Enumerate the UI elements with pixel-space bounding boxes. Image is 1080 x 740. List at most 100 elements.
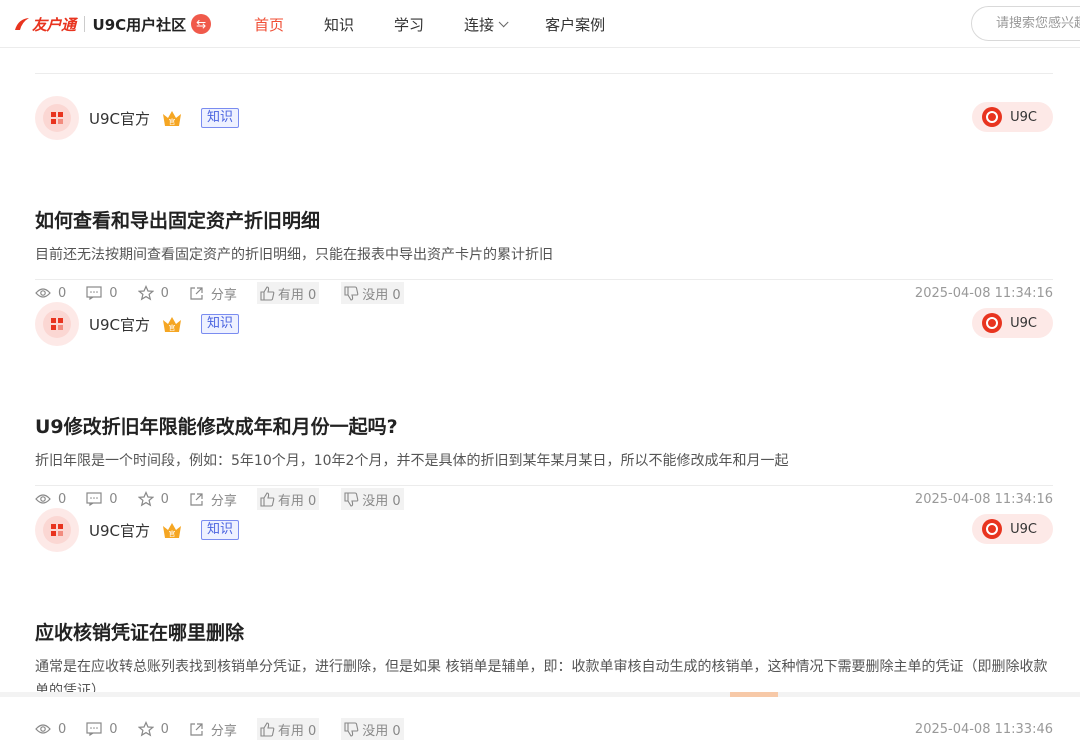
star-icon xyxy=(137,721,154,737)
search-input[interactable] xyxy=(996,16,1080,31)
post-title[interactable]: 如何查看和导出固定资产折旧明细 xyxy=(35,206,320,233)
thumbs-up-icon xyxy=(260,491,275,507)
post-timestamp: 2025-04-08 11:34:16 xyxy=(914,285,1053,301)
crown-icon: 官 xyxy=(163,317,181,332)
useful-button[interactable]: 有用 0 xyxy=(256,488,320,510)
category-tag[interactable]: 知识 xyxy=(201,108,240,128)
crown-icon: 官 xyxy=(163,111,181,126)
main-nav: 首页 知识 学习 连接 客户案例 xyxy=(254,0,645,48)
favorite-button[interactable]: 0 xyxy=(137,285,169,301)
eye-icon xyxy=(35,288,51,298)
post-stats: 0 0 0 分享 有用 0 没用 0 2025-04-08 11 xyxy=(35,282,1053,304)
share-icon xyxy=(190,492,203,506)
svg-text:官: 官 xyxy=(169,529,176,538)
comment-count[interactable]: 0 xyxy=(86,286,118,301)
nav-item-knowledge[interactable]: 知识 xyxy=(324,14,354,35)
eye-icon xyxy=(35,494,51,504)
post-summary[interactable]: 折旧年限是一个时间段，例如：5年10个月，10年2个月，并不是具体的折旧到某年某… xyxy=(35,449,1053,473)
share-button[interactable]: 分享 xyxy=(189,284,237,303)
author-name[interactable]: U9C官方 xyxy=(89,520,150,541)
author-name[interactable]: U9C官方 xyxy=(89,108,150,129)
post-stats: 0 0 0 分享 有用 0 没用 0 2025-04-08 11 xyxy=(35,718,1053,740)
avatar-logo-icon xyxy=(43,310,71,338)
author-name[interactable]: U9C官方 xyxy=(89,314,150,335)
logo-text: 友户通 xyxy=(32,15,76,34)
view-count: 0 xyxy=(35,286,66,301)
chevron-down-icon xyxy=(498,16,509,27)
favorite-button[interactable]: 0 xyxy=(137,491,169,507)
avatar[interactable] xyxy=(35,302,79,346)
avatar-logo-icon xyxy=(43,516,71,544)
nav-item-label: 客户案例 xyxy=(545,15,606,34)
star-icon xyxy=(137,491,154,507)
category-tag[interactable]: 知识 xyxy=(201,314,240,334)
thumbs-down-icon xyxy=(344,491,359,507)
thumbs-up-icon xyxy=(260,285,275,301)
brand-name: U9C用户社区 xyxy=(92,15,187,34)
svg-text:官: 官 xyxy=(169,117,176,126)
share-button[interactable]: 分享 xyxy=(189,720,237,739)
nav-item-customer-cases[interactable]: 客户案例 xyxy=(545,14,605,35)
horizontal-scrollbar[interactable] xyxy=(0,692,1080,697)
star-icon xyxy=(137,285,154,301)
product-label: U9C xyxy=(1010,109,1037,125)
logo-divider xyxy=(83,16,85,32)
product-badge[interactable]: U9C xyxy=(972,308,1053,338)
crown-icon: 官 xyxy=(163,523,181,538)
nav-item-label: 首页 xyxy=(254,15,285,34)
post-header: U9C官方 官 知识 U9C xyxy=(35,302,1053,346)
nav-item-label: 连接 xyxy=(464,15,495,34)
view-count: 0 xyxy=(35,722,66,737)
view-count: 0 xyxy=(35,492,66,507)
svg-text:官: 官 xyxy=(169,323,176,332)
nav-item-label: 学习 xyxy=(394,15,425,34)
divider xyxy=(35,279,1053,280)
useful-button[interactable]: 有用 0 xyxy=(256,718,320,740)
avatar[interactable] xyxy=(35,96,79,140)
product-logo-icon xyxy=(982,107,1003,127)
comment-count[interactable]: 0 xyxy=(86,722,118,737)
divider xyxy=(35,73,1053,74)
product-badge[interactable]: U9C xyxy=(972,514,1053,544)
divider xyxy=(35,485,1053,486)
post-stats: 0 0 0 分享 有用 0 没用 0 2025-04-08 11 xyxy=(35,488,1053,510)
post-timestamp: 2025-04-08 11:34:16 xyxy=(914,491,1053,507)
category-tag[interactable]: 知识 xyxy=(201,520,240,540)
avatar[interactable] xyxy=(35,508,79,552)
share-icon xyxy=(190,722,203,736)
scrollbar-thumb[interactable] xyxy=(730,692,778,697)
useless-button[interactable]: 没用 0 xyxy=(341,718,404,740)
nav-item-learning[interactable]: 学习 xyxy=(394,14,424,35)
switch-community-icon[interactable]: ⇆ xyxy=(191,14,212,34)
post-title[interactable]: 应收核销凭证在哪里删除 xyxy=(35,618,244,645)
comment-icon xyxy=(86,286,102,300)
useless-button[interactable]: 没用 0 xyxy=(341,488,404,510)
comment-icon xyxy=(86,492,102,506)
useful-button[interactable]: 有用 0 xyxy=(256,282,320,304)
post-summary[interactable]: 目前还无法按期间查看固定资产的折旧明细，只能在报表中导出资产卡片的累计折旧 xyxy=(35,243,1053,267)
eye-icon xyxy=(35,724,51,734)
post-timestamp: 2025-04-08 11:33:46 xyxy=(914,721,1053,737)
post-title[interactable]: U9修改折旧年限能修改成年和月份一起吗? xyxy=(35,412,398,439)
product-label: U9C xyxy=(1010,521,1037,537)
post-header: U9C官方 官 知识 U9C xyxy=(35,96,1053,140)
share-button[interactable]: 分享 xyxy=(189,490,237,509)
thumbs-up-icon xyxy=(260,721,275,737)
site-logo[interactable]: 友户通 U9C用户社区 ⇆ xyxy=(14,12,212,36)
nav-item-home[interactable]: 首页 xyxy=(254,14,284,35)
comment-count[interactable]: 0 xyxy=(86,492,118,507)
thumbs-down-icon xyxy=(344,285,359,301)
logo-mark-icon xyxy=(15,18,29,30)
useless-button[interactable]: 没用 0 xyxy=(341,282,404,304)
post-header: U9C官方 官 知识 U9C xyxy=(35,508,1053,552)
avatar-logo-icon xyxy=(43,104,71,132)
nav-item-label: 知识 xyxy=(324,15,355,34)
product-logo-icon xyxy=(982,313,1003,333)
product-logo-icon xyxy=(982,519,1003,539)
search-box[interactable] xyxy=(971,6,1080,41)
product-badge[interactable]: U9C xyxy=(972,102,1053,132)
favorite-button[interactable]: 0 xyxy=(137,721,169,737)
nav-item-connect[interactable]: 连接 xyxy=(464,14,509,35)
top-header: 友户通 U9C用户社区 ⇆ 首页 知识 学习 连接 客户案例 xyxy=(0,0,1080,48)
share-icon xyxy=(190,286,203,300)
